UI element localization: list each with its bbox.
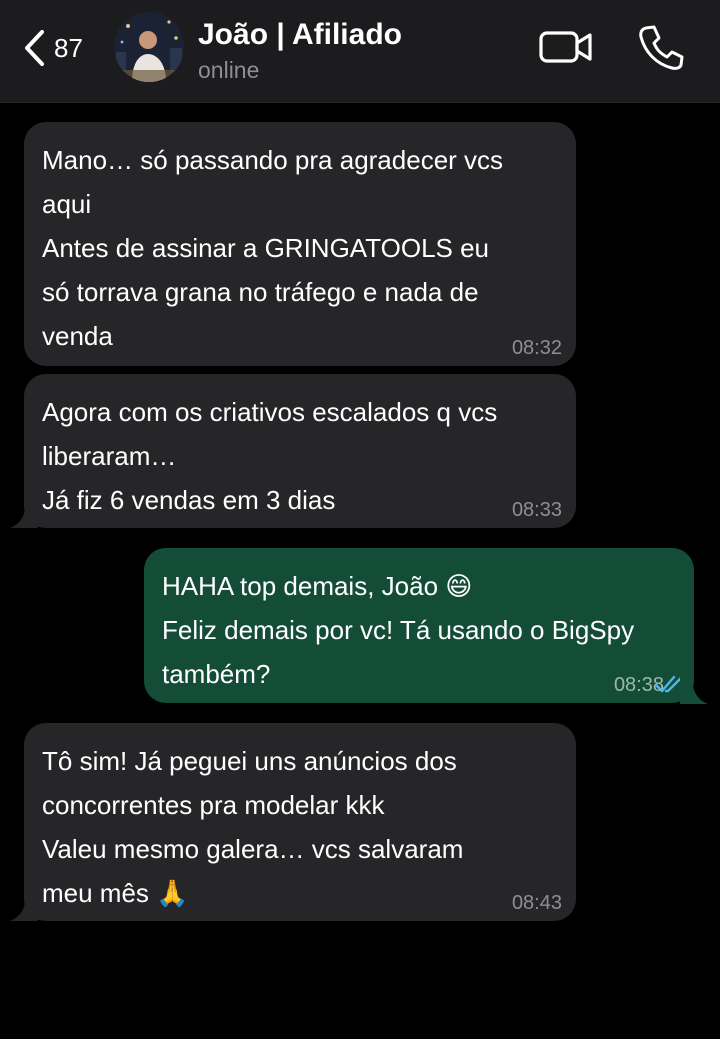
avatar[interactable] xyxy=(114,12,184,82)
bubble-tail xyxy=(680,676,708,704)
phone-icon xyxy=(636,25,686,76)
message-text: aqui xyxy=(42,189,92,219)
message-text: HAHA top demais, João 😄 xyxy=(162,571,473,601)
message-text: meu mês 🙏 xyxy=(42,878,189,908)
message-bubble-outgoing[interactable]: HAHA top demais, João 😄 Feliz demais por… xyxy=(144,548,694,703)
chat-header: 87 João | Afiliado online xyxy=(0,0,720,103)
message-bubble-incoming[interactable]: Agora com os criativos escalados q vcs l… xyxy=(24,374,576,528)
message-timestamp: 08:38 xyxy=(614,673,684,697)
bubble-tail xyxy=(10,500,38,528)
contact-name[interactable]: João | Afiliado xyxy=(198,18,402,52)
message-bubble-incoming[interactable]: Mano… só passando pra agradecer vcs aqui… xyxy=(24,122,576,366)
message-text: também? xyxy=(162,659,271,689)
unread-count: 87 xyxy=(54,32,83,63)
message-text: Valeu mesmo galera… vcs salvaram xyxy=(42,834,464,864)
message-text: Feliz demais por vc! Tá usando o BigSpy xyxy=(162,615,635,645)
message-timestamp: 08:32 xyxy=(511,337,562,359)
message-timestamp: 08:43 xyxy=(511,892,562,914)
message-text: Antes de assinar a GRINGATOOLS eu xyxy=(42,233,490,263)
message-timestamp: 08:33 xyxy=(511,499,562,521)
message-text: Já fiz 6 vendas em 3 dias xyxy=(42,485,336,515)
contact-status: online xyxy=(198,57,260,83)
chevron-left-icon xyxy=(22,28,46,68)
message-text: liberaram… xyxy=(42,441,177,471)
message-text: concorrentes pra modelar kkk xyxy=(42,790,385,820)
message-text: só torrava grana no tráfego e nada de xyxy=(42,277,479,307)
video-call-button[interactable] xyxy=(538,26,594,70)
voice-call-button[interactable] xyxy=(636,22,686,72)
message-text: Tô sim! Já peguei uns anúncios dos xyxy=(42,746,457,776)
back-button[interactable]: 87 xyxy=(22,22,83,74)
video-camera-icon xyxy=(538,31,594,74)
message-text: venda xyxy=(42,321,113,351)
message-bubble-incoming[interactable]: Tô sim! Já peguei uns anúncios dos conco… xyxy=(24,723,576,921)
message-text: Agora com os criativos escalados q vcs xyxy=(42,397,498,427)
message-text: Mano… só passando pra agradecer vcs xyxy=(42,145,504,175)
bubble-tail xyxy=(10,893,38,921)
